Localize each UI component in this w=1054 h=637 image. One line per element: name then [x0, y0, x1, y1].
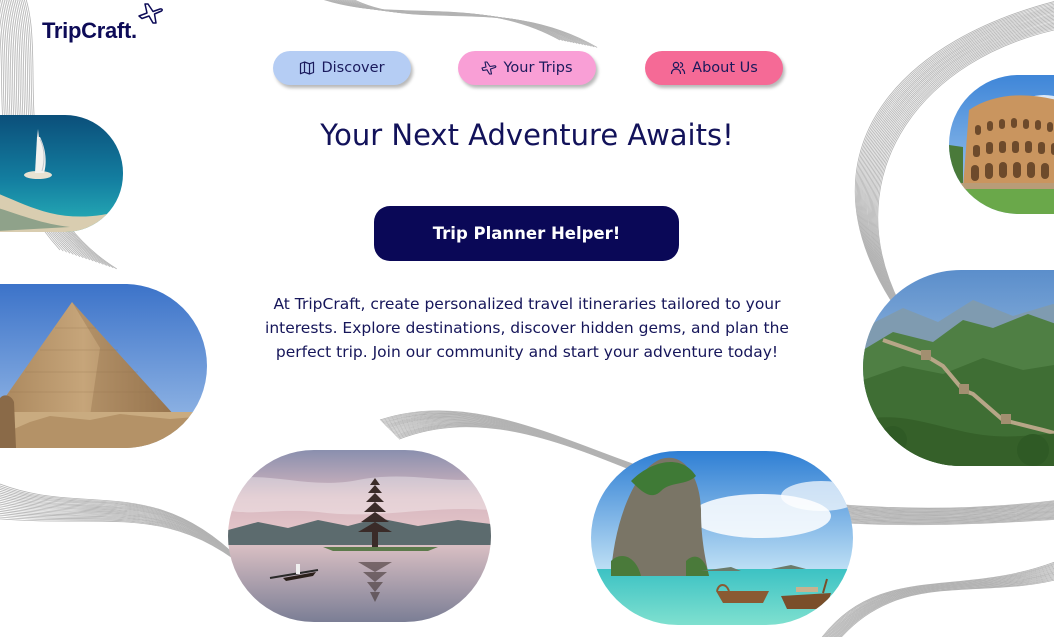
nav-about-us-label: About Us	[692, 60, 758, 76]
bali-temple-photo	[228, 450, 491, 622]
intro-description: At TripCraft, create personalized travel…	[265, 295, 789, 361]
page-title: Your Next Adventure Awaits!	[320, 118, 734, 152]
nav-your-trips-label: Your Trips	[503, 60, 573, 76]
nav-about-us-button[interactable]: About Us	[645, 51, 783, 85]
nav-discover-label: Discover	[321, 60, 385, 76]
logo-text: TripCraft.	[42, 18, 137, 43]
page: TripCraft. Discover Your Trips About Us …	[0, 0, 1054, 637]
trip-planner-helper-button[interactable]: Trip Planner Helper!	[374, 206, 679, 261]
pyramid-photo	[0, 284, 207, 448]
colosseum-photo	[949, 75, 1054, 214]
users-icon	[671, 61, 686, 75]
nav-discover-button[interactable]: Discover	[273, 51, 411, 85]
dubai-photo	[0, 115, 123, 232]
thailand-beach-photo	[591, 451, 853, 625]
airplane-icon	[481, 61, 497, 75]
airplane-icon	[138, 3, 163, 24]
nav-your-trips-button[interactable]: Your Trips	[458, 51, 596, 85]
logo[interactable]: TripCraft.	[42, 3, 163, 43]
map-icon	[300, 61, 315, 75]
great-wall-photo	[863, 270, 1054, 466]
